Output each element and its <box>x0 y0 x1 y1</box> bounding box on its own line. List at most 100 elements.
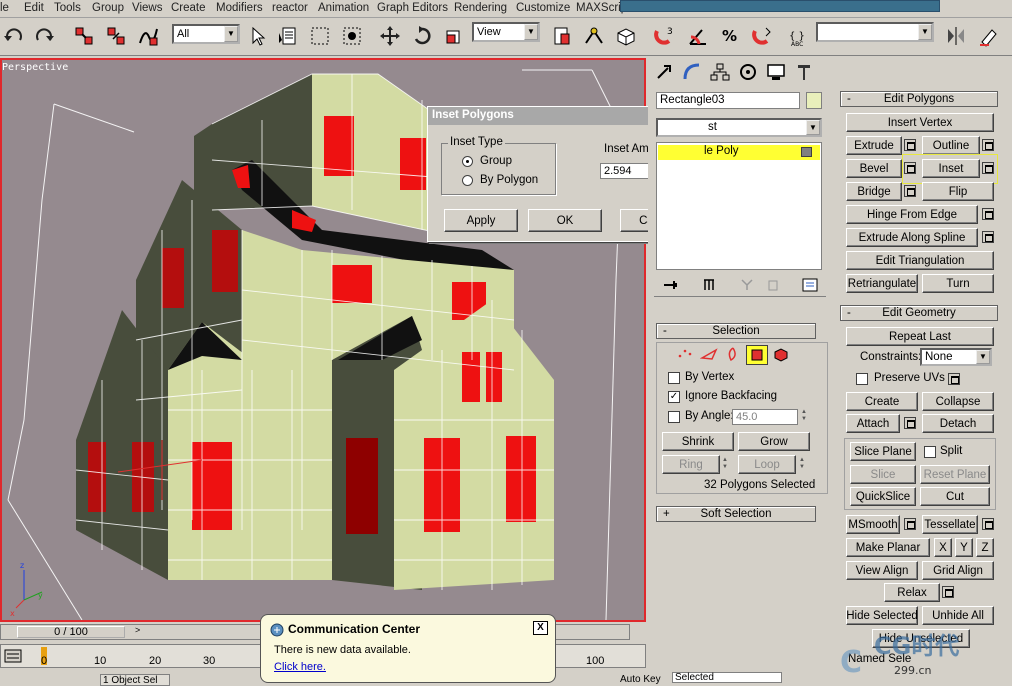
element-level-icon[interactable] <box>772 346 790 365</box>
menu-tools[interactable]: Tools <box>54 2 81 14</box>
show-end-result-icon[interactable] <box>702 278 716 295</box>
loop-button[interactable]: Loop <box>738 455 796 474</box>
menu-rendering[interactable]: Rendering <box>454 2 507 14</box>
edit-triangulation-button[interactable]: Edit Triangulation <box>846 251 994 270</box>
ok-button[interactable]: OK <box>528 209 602 232</box>
select-object-icon[interactable] <box>246 24 270 48</box>
relax-button[interactable]: Relax <box>884 583 940 602</box>
menu-create[interactable]: Create <box>171 2 206 14</box>
menu-reactor[interactable]: reactor <box>272 2 308 14</box>
hinge-from-edge-button[interactable]: Hinge From Edge <box>846 205 978 224</box>
radio-by-polygon[interactable] <box>462 175 473 186</box>
edit-named-selection-icon[interactable]: { } ABC <box>786 24 810 48</box>
by-angle-input[interactable]: 45.0 <box>732 409 798 425</box>
bevel-button[interactable]: Bevel <box>846 159 902 178</box>
select-and-manipulate-icon[interactable] <box>582 24 606 48</box>
repeat-last-button[interactable]: Repeat Last <box>846 327 994 346</box>
slice-button[interactable]: Slice <box>850 465 916 484</box>
bind-to-space-warp-icon[interactable] <box>136 24 160 48</box>
menu-graph-editors[interactable]: Graph Editors <box>377 2 448 14</box>
percent-snap-icon[interactable]: % <box>718 24 742 48</box>
ignore-backfacing-checkbox[interactable]: ✓ <box>668 391 680 403</box>
remove-modifier-icon[interactable] <box>766 278 780 295</box>
extrude-button[interactable]: Extrude <box>846 136 902 155</box>
object-name-field[interactable]: Rectangle03 <box>656 92 800 109</box>
select-and-rotate-icon[interactable] <box>410 24 434 48</box>
shrink-button[interactable]: Shrink <box>662 432 734 451</box>
tessellate-button[interactable]: Tessellate <box>922 515 978 534</box>
menu-animation[interactable]: Animation <box>318 2 369 14</box>
polygon-level-icon[interactable] <box>746 345 768 365</box>
edit-geometry-rollout-header[interactable]: - Edit Geometry <box>840 305 998 321</box>
planar-y-button[interactable]: Y <box>955 538 973 557</box>
flip-button[interactable]: Flip <box>922 182 994 201</box>
extrude-along-spline-settings-icon[interactable] <box>982 231 994 243</box>
relax-settings-icon[interactable] <box>942 586 954 598</box>
collapse-button[interactable]: Collapse <box>922 392 994 411</box>
edge-level-icon[interactable] <box>699 346 718 365</box>
planar-z-button[interactable]: Z <box>976 538 994 557</box>
inset-amount-input[interactable]: 2.594 <box>600 163 654 179</box>
slice-plane-button[interactable]: Slice Plane <box>850 442 916 461</box>
cut-button[interactable]: Cut <box>920 487 990 506</box>
object-color-swatch[interactable] <box>806 92 822 109</box>
radio-group[interactable] <box>462 156 473 167</box>
reset-plane-button[interactable]: Reset Plane <box>920 465 990 484</box>
edit-polygons-rollout-header[interactable]: - Edit Polygons <box>840 91 998 107</box>
auto-key-label[interactable]: Auto Key <box>620 674 661 685</box>
snaps-toggle-icon[interactable]: 3 <box>652 24 676 48</box>
modifier-list-dropdown[interactable]: st ▼ <box>656 118 822 137</box>
stack-item-toggle-icon[interactable] <box>801 147 812 157</box>
create-button[interactable]: Create <box>846 392 918 411</box>
attach-list-icon[interactable] <box>904 417 916 429</box>
apply-button[interactable]: Apply <box>444 209 518 232</box>
grow-button[interactable]: Grow <box>738 432 810 451</box>
extrude-settings-icon[interactable] <box>904 139 916 151</box>
menu-group[interactable]: Group <box>92 2 124 14</box>
loop-spinner[interactable]: ▲ ▼ <box>798 457 806 473</box>
outline-button[interactable]: Outline <box>922 136 980 155</box>
split-checkbox[interactable] <box>924 446 936 458</box>
communication-center-link[interactable]: Click here. <box>274 661 326 673</box>
key-filter-dropdown[interactable]: Selected <box>672 672 782 683</box>
quickslice-button[interactable]: QuickSlice <box>850 487 916 506</box>
next-frame-icon[interactable]: > <box>135 625 140 635</box>
select-and-scale-icon[interactable] <box>442 24 466 48</box>
vertex-level-icon[interactable] <box>676 346 694 365</box>
menu-customize[interactable]: Customize <box>516 2 570 14</box>
unhide-all-button[interactable]: Unhide All <box>922 606 994 625</box>
retriangulate-button[interactable]: Retriangulate <box>846 274 918 293</box>
display-tab-icon[interactable] <box>764 60 788 84</box>
time-slider-thumb[interactable]: 0 / 100 <box>17 626 125 638</box>
rectangular-selection-icon[interactable] <box>308 24 332 48</box>
redo-icon[interactable] <box>32 24 56 48</box>
view-align-button[interactable]: View Align <box>846 561 918 580</box>
grid-align-button[interactable]: Grid Align <box>922 561 994 580</box>
selection-filter-dropdown[interactable]: All ▼ <box>172 24 240 44</box>
by-vertex-checkbox[interactable] <box>668 372 680 384</box>
configure-modifier-sets-icon[interactable] <box>802 278 818 295</box>
pin-stack-icon[interactable] <box>662 278 680 295</box>
hinge-settings-icon[interactable] <box>982 208 994 220</box>
border-level-icon[interactable] <box>724 346 742 365</box>
hierarchy-tab-icon[interactable] <box>708 60 732 84</box>
hide-selected-button[interactable]: Hide Selected <box>846 606 918 625</box>
ring-button[interactable]: Ring <box>662 455 720 474</box>
unlink-selection-icon[interactable] <box>104 24 128 48</box>
modify-tab-icon[interactable] <box>680 60 704 84</box>
detach-button[interactable]: Detach <box>922 414 994 433</box>
utilities-tab-icon[interactable] <box>792 60 816 84</box>
select-and-link-icon[interactable] <box>72 24 96 48</box>
bridge-settings-icon[interactable] <box>904 185 916 197</box>
by-angle-checkbox[interactable] <box>668 411 680 423</box>
attach-button[interactable]: Attach <box>846 414 900 433</box>
mirror-icon[interactable] <box>944 24 968 48</box>
preserve-uvs-checkbox[interactable] <box>856 373 868 385</box>
menu-modifiers[interactable]: Modifiers <box>216 2 263 14</box>
use-pivot-point-icon[interactable] <box>550 24 574 48</box>
menu-views[interactable]: Views <box>132 2 162 14</box>
tessellate-settings-icon[interactable] <box>982 518 994 530</box>
create-tab-icon[interactable] <box>652 60 676 84</box>
select-by-name-icon[interactable] <box>276 24 300 48</box>
spinner-snap-icon[interactable] <box>750 24 774 48</box>
